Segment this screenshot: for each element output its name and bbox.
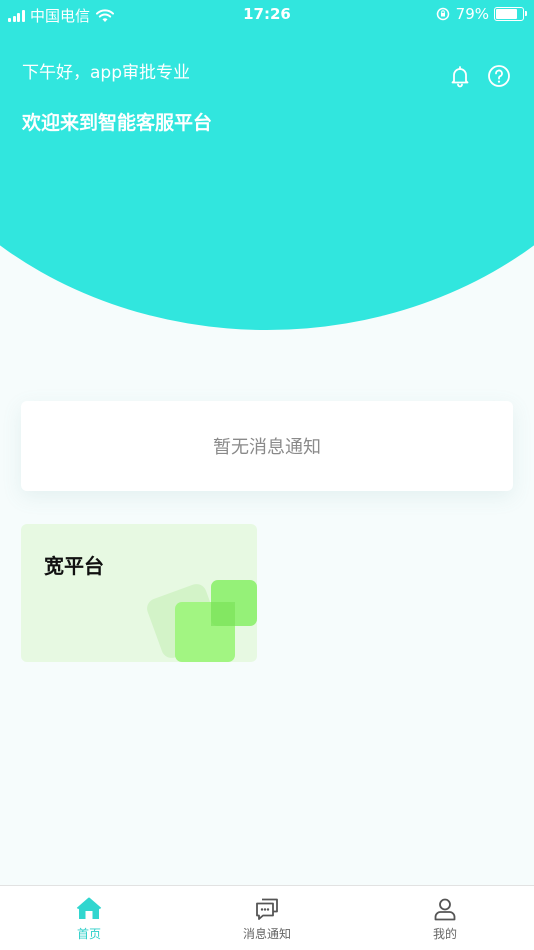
notice-card[interactable]: 暂无消息通知 (21, 401, 513, 491)
tab-messages-label: 消息通知 (242, 927, 291, 941)
tab-messages[interactable]: 消息通知 (178, 886, 356, 950)
tab-profile[interactable]: 我的 (356, 886, 534, 950)
tab-home[interactable]: 首页 (0, 886, 178, 950)
message-icon (256, 898, 278, 920)
notice-empty-text: 暂无消息通知 (213, 437, 321, 458)
home-icon (76, 897, 102, 919)
battery-percent: 79% (455, 5, 489, 23)
welcome-title: 欢迎来到智能客服平台 (22, 112, 213, 134)
header-background (0, 0, 534, 330)
status-right: 79% (436, 5, 527, 23)
platform-tile[interactable]: 宽平台 (21, 524, 257, 662)
battery-fill (496, 9, 517, 19)
bottom-tab-bar: 首页 消息通知 我的 (0, 885, 534, 950)
platform-title: 宽平台 (44, 554, 104, 578)
user-icon (434, 898, 456, 921)
platform-decoration-icon (147, 580, 257, 662)
bell-icon[interactable] (448, 64, 472, 88)
app-screen: 中国电信 17:26 79% 下午好，app审批专业 欢迎来到智能客服平台 暂无… (0, 0, 534, 950)
battery-icon (494, 7, 527, 21)
rotation-lock-icon (436, 7, 449, 21)
greeting-text: 下午好，app审批专业 (22, 63, 190, 83)
tab-home-label: 首页 (76, 927, 101, 941)
help-icon[interactable] (487, 64, 511, 88)
status-bar: 中国电信 17:26 79% (0, 0, 534, 28)
tab-profile-label: 我的 (432, 927, 457, 941)
